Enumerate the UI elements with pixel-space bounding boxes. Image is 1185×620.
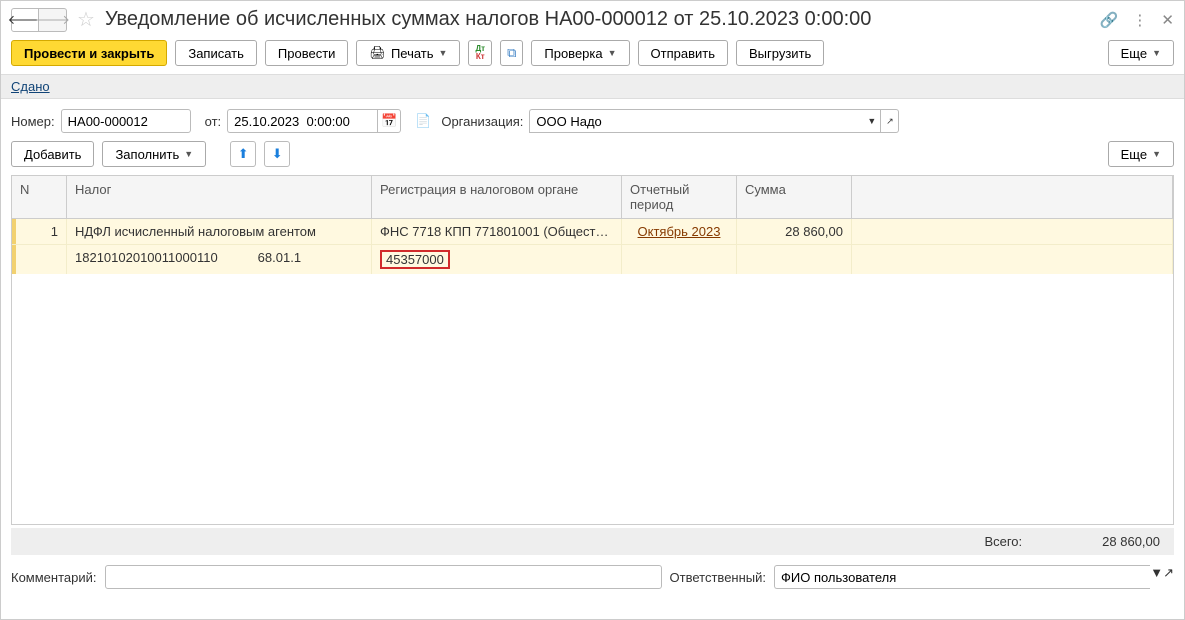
check-button[interactable]: Проверка ▼	[531, 40, 629, 66]
number-label: Номер:	[11, 114, 55, 129]
printer-icon: 🖨	[369, 45, 386, 61]
chevron-down-icon: ▼	[439, 48, 448, 58]
responsible-open-button[interactable]: ↗	[1163, 565, 1174, 589]
col-header-n[interactable]: N	[12, 176, 67, 218]
post-and-close-button[interactable]: Провести и закрыть	[11, 40, 167, 66]
from-label: от:	[205, 114, 222, 129]
fill-button[interactable]: Заполнить ▼	[102, 141, 206, 167]
add-button[interactable]: Добавить	[11, 141, 94, 167]
table-subrow[interactable]: 18210102010011000110 68.01.1 45357000	[12, 245, 1173, 274]
chevron-down-icon: ▼	[608, 48, 617, 58]
col-header-period[interactable]: Отчетный период	[622, 176, 737, 218]
dtkt-icon: ДтКт	[475, 45, 485, 61]
move-up-button[interactable]: ⬆	[230, 141, 256, 167]
move-down-button[interactable]: ⬇	[264, 141, 290, 167]
post-button[interactable]: Провести	[265, 40, 349, 66]
cell-n: 1	[12, 219, 67, 244]
comment-label: Комментарий:	[11, 570, 97, 585]
date-input[interactable]	[227, 109, 377, 133]
org-open-button[interactable]: ↗	[881, 109, 899, 133]
status-link[interactable]: Сдано	[11, 79, 50, 94]
responsible-dropdown-button[interactable]: ▼	[1150, 565, 1163, 589]
totals-value: 28 860,00	[1102, 534, 1160, 549]
org-input[interactable]	[529, 109, 863, 133]
chevron-down-icon: ▼	[1152, 48, 1161, 58]
link-icon[interactable]: 🔗	[1100, 11, 1119, 29]
responsible-label: Ответственный:	[670, 570, 766, 585]
col-header-reg[interactable]: Регистрация в налоговом органе	[372, 176, 622, 218]
close-icon[interactable]: ✕	[1161, 11, 1174, 29]
totals-label: Всего:	[984, 534, 1022, 549]
nav-forward-button[interactable]: 🡒	[39, 8, 67, 32]
kebab-menu-icon[interactable]: ⋮	[1132, 11, 1147, 29]
structure-button[interactable]: ⧉	[500, 40, 523, 66]
org-dropdown-button[interactable]: ▼	[863, 109, 881, 133]
org-label: Организация:	[441, 114, 523, 129]
col-header-tax[interactable]: Налог	[67, 176, 372, 218]
number-input[interactable]	[61, 109, 191, 133]
table-more-button[interactable]: Еще ▼	[1108, 141, 1174, 167]
tax-table[interactable]: N Налог Регистрация в налоговом органе О…	[11, 175, 1174, 525]
save-button[interactable]: Записать	[175, 40, 257, 66]
print-button[interactable]: 🖨 Печать ▼	[356, 40, 460, 66]
chevron-down-icon: ▼	[1152, 149, 1161, 159]
favorite-star-icon[interactable]: ☆	[77, 7, 95, 32]
window-title: Уведомление об исчисленных суммах налого…	[105, 8, 1094, 31]
comment-input[interactable]	[105, 565, 662, 589]
export-button[interactable]: Выгрузить	[736, 40, 824, 66]
more-button[interactable]: Еще ▼	[1108, 40, 1174, 66]
chevron-down-icon: ▼	[184, 149, 193, 159]
cell-reg: ФНС 7718 КПП 771801001 (Общест…	[372, 219, 622, 244]
document-status-icon[interactable]: 📄	[415, 113, 431, 129]
responsible-input[interactable]	[774, 565, 1150, 589]
dtkt-button[interactable]: ДтКт	[468, 40, 492, 66]
send-button[interactable]: Отправить	[638, 40, 728, 66]
cell-sum: 28 860,00	[737, 219, 852, 244]
cell-period: Октябрь 2023	[622, 219, 737, 244]
cell-account: 68.01.1	[258, 250, 301, 269]
cell-tax: НДФЛ исчисленный налоговым агентом	[67, 219, 372, 244]
calendar-icon: 📅	[381, 113, 397, 129]
table-row[interactable]: 1 НДФЛ исчисленный налоговым агентом ФНС…	[12, 219, 1173, 245]
col-header-sum[interactable]: Сумма	[737, 176, 852, 218]
col-header-rest	[852, 176, 1173, 218]
calendar-button[interactable]: 📅	[377, 109, 401, 133]
tree-icon: ⧉	[507, 45, 516, 61]
cell-kbk: 18210102010011000110	[75, 250, 218, 269]
cell-oktmo: 45357000	[380, 250, 450, 269]
